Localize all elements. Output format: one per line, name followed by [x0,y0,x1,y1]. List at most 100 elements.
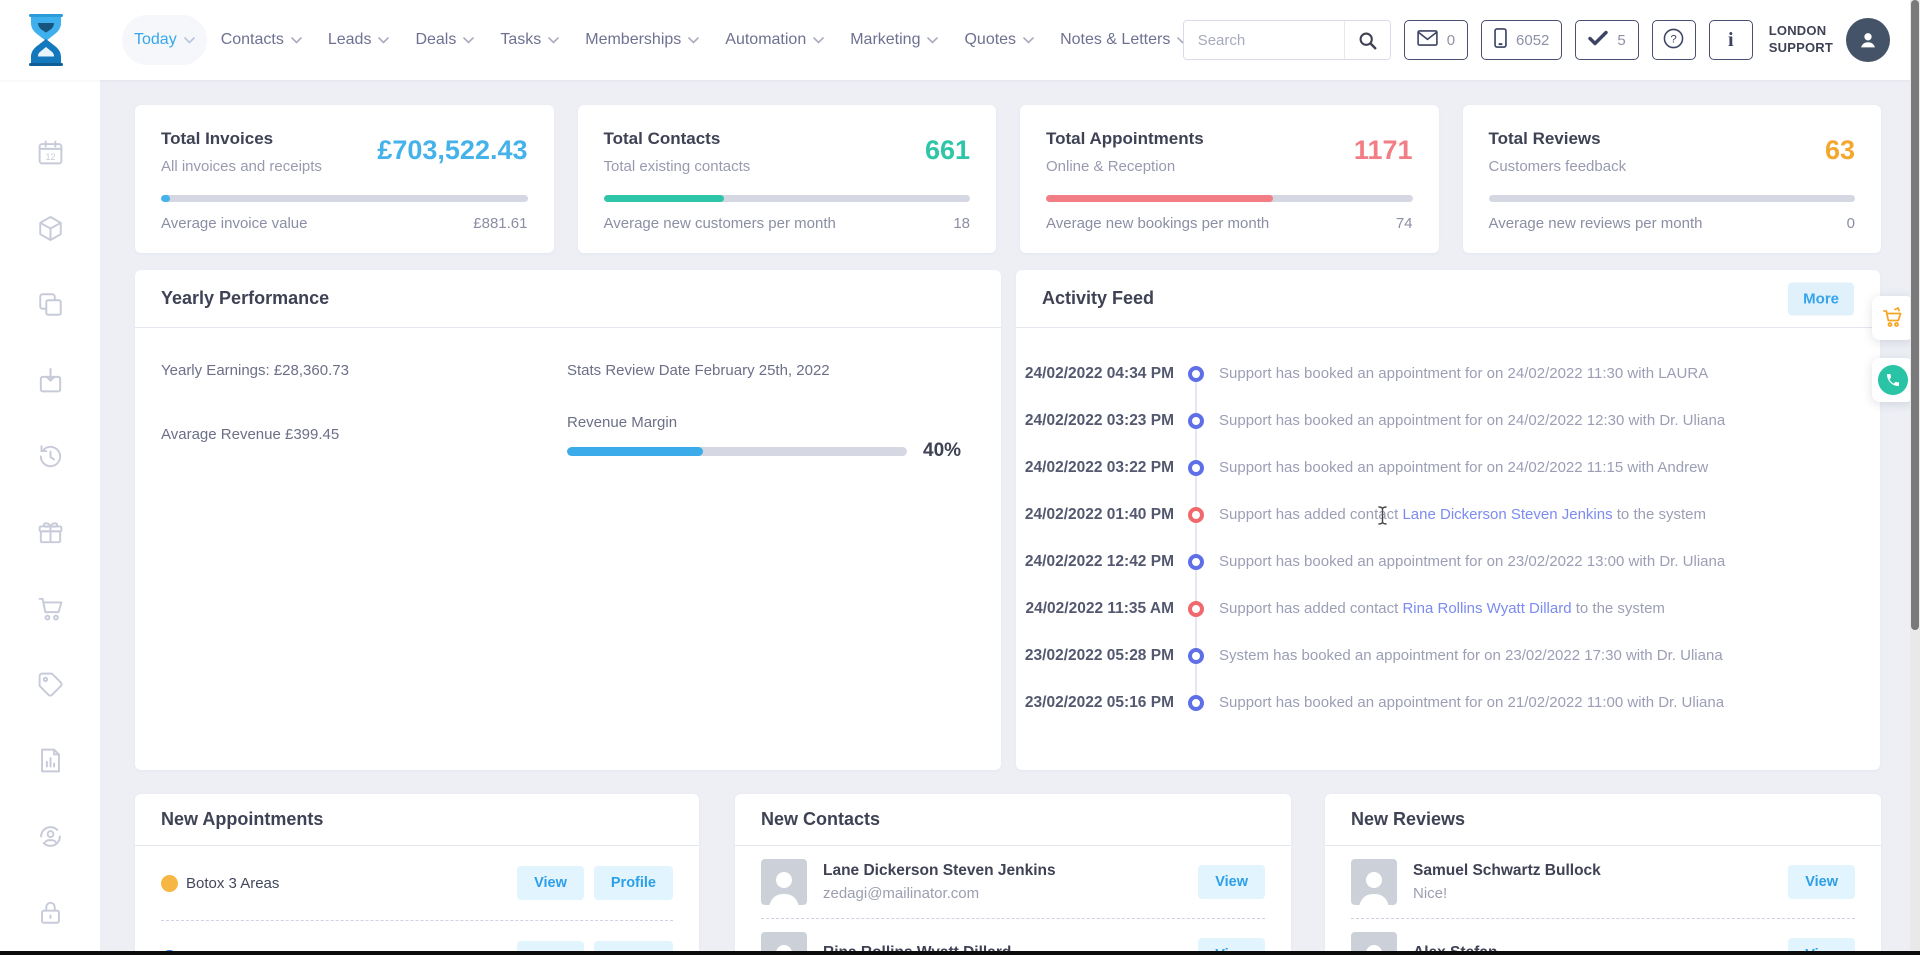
row-buttons: View [1198,865,1265,899]
view-button[interactable]: View [1198,865,1265,899]
activity-time: 23/02/2022 05:16 PM [1024,693,1174,711]
profile-button[interactable]: Profile [593,866,673,900]
sms-badge-button[interactable]: 6052 [1481,20,1563,60]
scrollbar-thumb[interactable] [1911,0,1919,630]
user-avatar[interactable] [1846,18,1890,62]
sidebar-item-security[interactable] [36,898,65,927]
nav-item-label: Quotes [964,31,1017,48]
nav-item-contacts[interactable]: Contacts [209,15,314,65]
nav-item-today[interactable]: Today [122,15,207,65]
sidebar-item-reports[interactable] [36,746,65,775]
timeline-dot-icon [1188,506,1204,523]
stat-footer: Average new reviews per month 0 [1489,215,1856,232]
review-row: Alex Stefan View [1351,919,1855,955]
nav-item-marketing[interactable]: Marketing [838,15,950,65]
nav-item-label: Memberships [585,31,682,48]
sidebar-item-gifts[interactable] [36,518,65,547]
sidebar-item-products[interactable] [36,214,65,243]
stat-card-total-reviews: Total Reviews Customers feedback 63 Aver… [1462,105,1881,253]
nav-item-quotes[interactable]: Quotes [952,15,1046,65]
checkmark-icon [1588,30,1609,50]
nav-item-leads[interactable]: Leads [316,15,402,65]
svg-text:12: 12 [45,152,55,162]
search-icon [1359,32,1377,49]
timeline-dot-icon [1188,600,1204,617]
floating-phone-button[interactable] [1872,358,1914,402]
stat-title: Total Reviews [1488,129,1601,148]
panel-title: New Contacts [761,809,881,829]
gift-icon [38,522,62,544]
reviewer-name: Samuel Schwartz Bullock [1413,862,1601,879]
nav-item-label: Contacts [220,31,284,48]
activity-item: 23/02/2022 05:28 PM System has booked an… [1016,632,1880,679]
appointment-row: Career Counselling View Profile [161,921,673,955]
activity-time: 24/02/2022 01:40 PM [1024,505,1174,523]
activity-item: 24/02/2022 12:42 PM Support has booked a… [1016,538,1880,585]
search-button[interactable] [1343,21,1390,59]
chevron-down-icon [688,36,700,44]
nav-item-tasks[interactable]: Tasks [488,15,571,65]
chevron-down-icon [813,36,825,44]
nav-item-deals[interactable]: Deals [403,15,486,65]
revenue-margin-percent: 40% [923,440,962,461]
nav-item-label: Today [134,31,177,48]
more-button[interactable]: More [1788,282,1854,315]
review-row: Samuel Schwartz Bullock Nice! View [1351,846,1855,919]
person-icon [1861,33,1875,48]
stat-footer-value: 18 [953,215,970,232]
chevron-down-icon [183,36,195,44]
sms-count: 6052 [1516,31,1550,49]
tasks-count: 5 [1617,31,1626,49]
sidebar-item-bookings[interactable] [36,366,65,395]
activity-feed-panel: Activity Feed More 24/02/2022 04:34 PM S… [1016,270,1880,770]
sidebar-item-cart[interactable] [36,594,65,623]
floating-cart-button[interactable] [1872,296,1914,340]
contact-link[interactable]: Lane Dickerson Steven Jenkins [1402,506,1612,523]
stat-footer-label: Average invoice value [161,215,308,232]
contact-link[interactable]: Rina Rollins Wyatt Dillard [1402,600,1571,617]
app-logo-hourglass-icon[interactable] [24,14,68,66]
nav-item-automation[interactable]: Automation [713,15,836,65]
person-silhouette-icon [1359,872,1389,905]
account-sync-icon [39,826,61,847]
stat-footer: Average invoice value £881.61 [161,215,528,232]
view-button[interactable]: View [1788,865,1855,899]
email-badge-button[interactable]: 0 [1403,20,1469,60]
search-input[interactable] [1183,21,1344,59]
activity-text: Support has booked an appointment for on… [1219,459,1709,476]
stat-footer: Average new customers per month 18 [604,215,971,232]
view-button[interactable]: View [517,866,584,900]
timeline-dot-icon [1188,553,1204,570]
tasks-badge-button[interactable]: 5 [1575,20,1639,60]
timeline-dot-icon [1188,647,1204,664]
page-scrollbar[interactable] [1910,0,1920,955]
stat-subtitle: Customers feedback [1488,158,1627,175]
activity-time: 24/02/2022 03:22 PM [1024,458,1174,476]
panel-title: Yearly Performance [161,288,330,308]
sidebar-item-account[interactable] [36,822,65,851]
sidebar-item-vouchers[interactable] [36,670,65,699]
price-tag-icon [38,672,63,697]
nav-item-label: Automation [725,31,807,48]
panel-header: Yearly Performance [135,270,1001,328]
nav-item-label: Deals [415,31,457,48]
sidebar-item-services[interactable] [36,290,65,319]
sidebar-item-history[interactable] [36,442,65,471]
activity-item: 24/02/2022 11:35 AM Support has added co… [1016,585,1880,632]
stat-subtitle: Total existing contacts [603,158,751,175]
stats-review-date: Stats Review Date February 25th, 2022 [567,362,830,379]
revenue-margin-fill [567,446,703,456]
stat-progress-track [161,195,528,202]
help-button[interactable]: ? [1651,20,1696,60]
stat-progress-track [1488,195,1855,202]
activity-text: Support has added contact Lane Dickerson… [1219,506,1706,523]
activity-item: 23/02/2022 05:16 PM Support has booked a… [1016,679,1880,726]
yearly-performance-body: Yearly Earnings: £28,360.73 Stats Review… [135,328,1001,770]
info-button[interactable]: i [1708,20,1753,60]
nav-item-notes-letters[interactable]: Notes & Letters [1048,15,1200,65]
stat-progress-track [1046,195,1413,202]
nav-item-memberships[interactable]: Memberships [573,15,711,65]
panel-title: Activity Feed [1042,288,1155,308]
sidebar-item-calendar[interactable]: 12 [36,138,65,167]
stat-footer-label: Average new reviews per month [1488,215,1703,232]
